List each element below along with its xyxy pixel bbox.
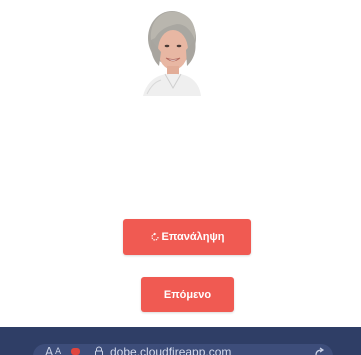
recording-indicator-icon [71,348,80,355]
text-size-small-icon: A [55,347,62,355]
lock-icon [95,346,103,355]
speaker-portrait-image [141,8,203,96]
next-button-label: Επόμενο [163,288,212,301]
repeat-button[interactable]: Επανάληψη [123,219,251,255]
url-text[interactable]: dobe.cloudfireapp.com [110,344,231,355]
browser-address-bar: A A dobe.cloudfireapp.com [0,327,361,355]
next-button[interactable]: Επόμενο [141,277,234,312]
share-icon[interactable] [313,346,325,355]
person-photo-icon [143,11,201,96]
app-screen: Επανάληψη Επόμενο A A dobe.cloudfireapp.… [0,0,361,355]
refresh-icon [150,232,159,241]
url-pill[interactable]: A A dobe.cloudfireapp.com [33,344,333,355]
repeat-button-label: Επανάληψη [161,231,225,243]
text-size-icon[interactable]: A [45,344,53,355]
